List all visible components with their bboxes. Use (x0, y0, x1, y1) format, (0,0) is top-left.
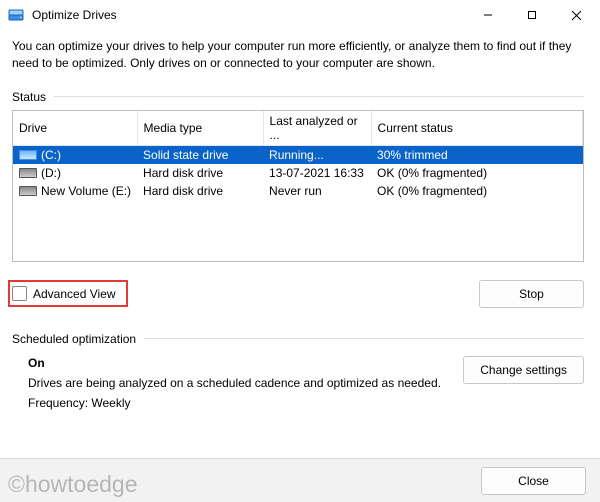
drive-icon (19, 168, 37, 178)
advanced-view-highlight: Advanced View (8, 280, 128, 307)
drive-media: Hard disk drive (137, 182, 263, 200)
drive-name: (D:) (41, 166, 61, 180)
change-settings-button[interactable]: Change settings (463, 356, 584, 384)
maximize-button[interactable] (510, 0, 554, 30)
col-media[interactable]: Media type (137, 111, 263, 146)
scheduled-state: On (28, 356, 463, 370)
title-bar: Optimize Drives (0, 0, 600, 30)
drives-table[interactable]: Drive Media type Last analyzed or ... Cu… (12, 110, 584, 262)
scheduled-frequency: Frequency: Weekly (28, 396, 463, 410)
close-window-button[interactable] (554, 0, 598, 30)
drive-icon (19, 186, 37, 196)
drive-status: OK (0% fragmented) (371, 182, 582, 200)
table-row[interactable]: New Volume (E:) Hard disk driveNever runO… (13, 182, 583, 200)
divider (54, 96, 584, 97)
drive-media: Hard disk drive (137, 164, 263, 182)
drive-name: New Volume (E:) (41, 184, 131, 198)
drive-status: OK (0% fragmented) (371, 164, 582, 182)
app-icon (8, 7, 24, 23)
drive-last: 13-07-2021 16:33 (263, 164, 371, 182)
window-title: Optimize Drives (32, 8, 466, 22)
drive-media: Solid state drive (137, 145, 263, 164)
advanced-view-checkbox[interactable] (12, 286, 27, 301)
divider (144, 338, 584, 339)
col-status[interactable]: Current status (371, 111, 582, 146)
status-section-label: Status (12, 90, 584, 104)
intro-text: You can optimize your drives to help you… (12, 38, 584, 72)
advanced-view-label[interactable]: Advanced View (33, 287, 116, 301)
table-row[interactable]: (D:) Hard disk drive13-07-2021 16:33OK (0… (13, 164, 583, 182)
footer-bar: Close (0, 458, 600, 502)
status-label-text: Status (12, 90, 46, 104)
drive-icon (19, 150, 37, 160)
table-header-row[interactable]: Drive Media type Last analyzed or ... Cu… (13, 111, 583, 146)
scheduled-section-label: Scheduled optimization (12, 332, 584, 346)
drive-last: Running... (263, 145, 371, 164)
scheduled-heading: Scheduled optimization (12, 332, 136, 346)
minimize-button[interactable] (466, 0, 510, 30)
col-drive[interactable]: Drive (13, 111, 137, 146)
drive-name: (C:) (41, 148, 61, 162)
col-last[interactable]: Last analyzed or ... (263, 111, 371, 146)
drive-last: Never run (263, 182, 371, 200)
scheduled-desc: Drives are being analyzed on a scheduled… (28, 376, 463, 390)
table-row[interactable]: (C:) Solid state driveRunning...30% trimm… (13, 145, 583, 164)
close-button[interactable]: Close (481, 467, 586, 495)
stop-button[interactable]: Stop (479, 280, 584, 308)
drive-status: 30% trimmed (371, 145, 582, 164)
